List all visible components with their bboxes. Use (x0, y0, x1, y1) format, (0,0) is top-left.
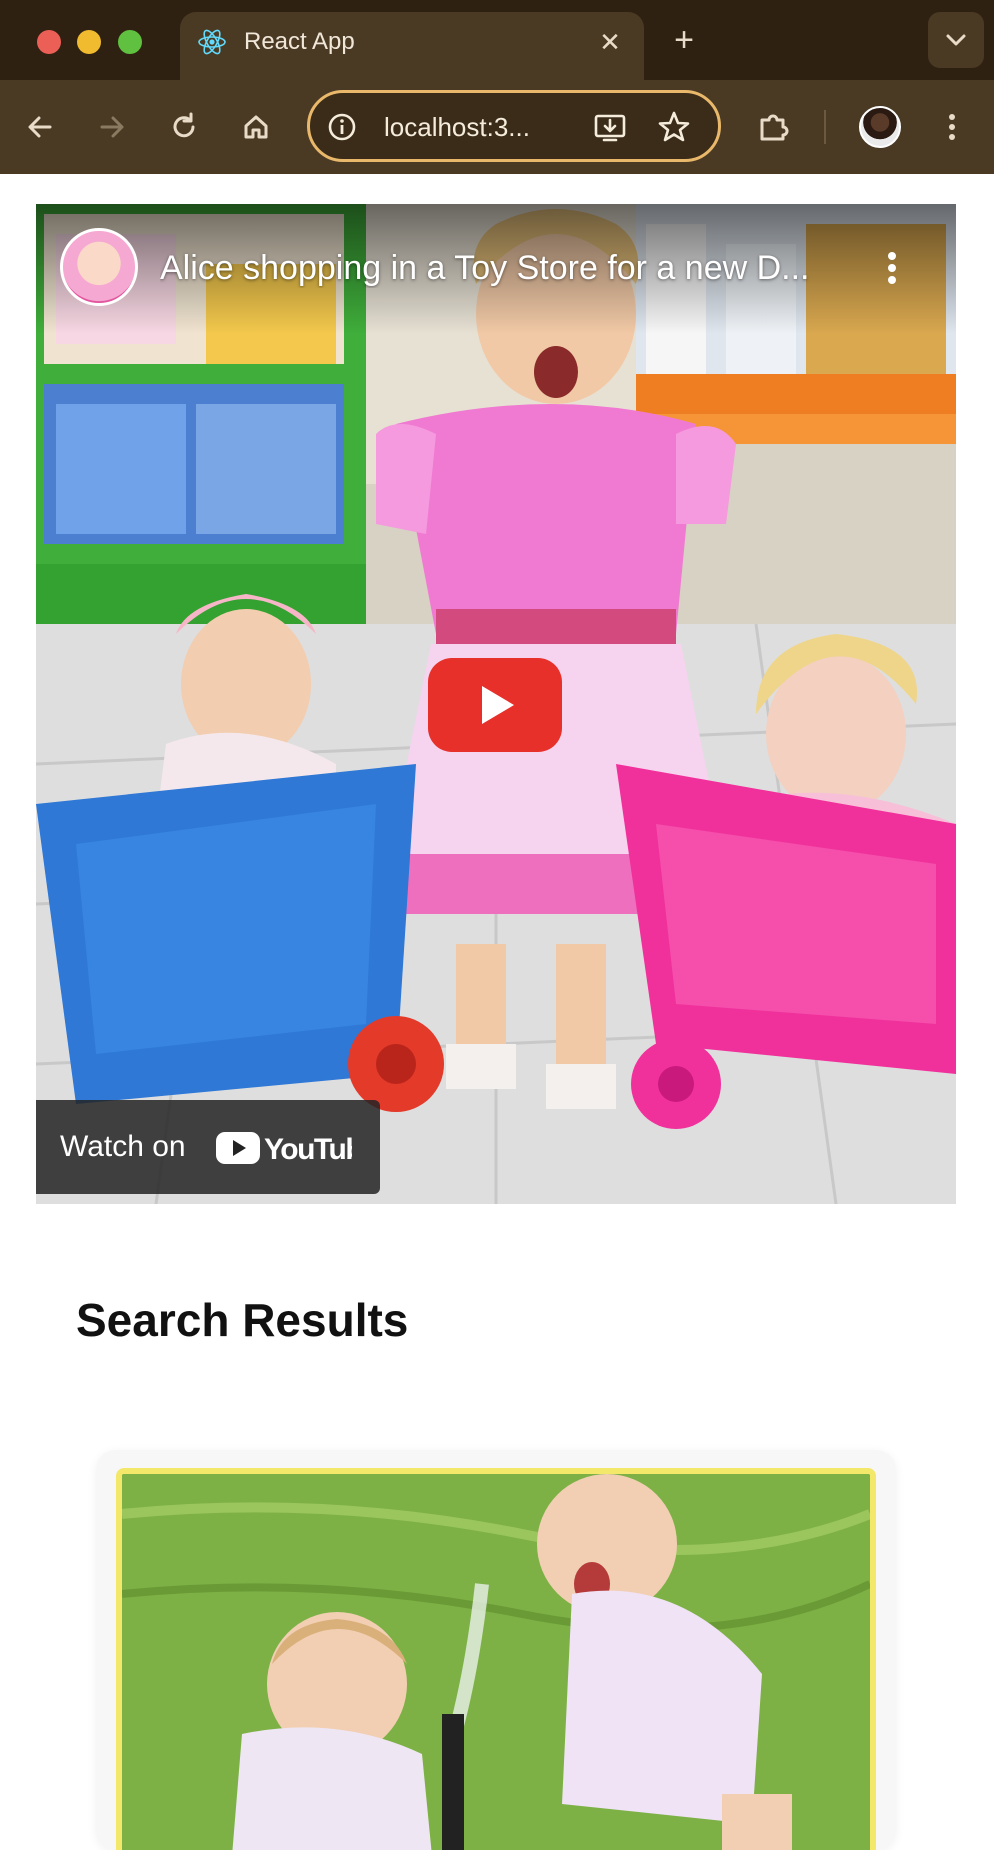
site-info-icon[interactable] (326, 111, 358, 143)
search-results-heading: Search Results (76, 1294, 409, 1346)
minimize-window-button[interactable] (77, 30, 101, 54)
watch-on-label: Watch on (60, 1130, 186, 1163)
back-arrow-icon[interactable] (20, 107, 60, 147)
result-thumbnail[interactable] (116, 1468, 876, 1850)
extensions-puzzle-icon[interactable] (753, 107, 793, 147)
video-more-icon[interactable] (872, 248, 912, 288)
close-tab-icon[interactable]: ✕ (594, 26, 626, 58)
maximize-window-button[interactable] (118, 30, 142, 54)
tab-search-button[interactable] (928, 12, 984, 68)
close-window-button[interactable] (37, 30, 61, 54)
chevron-down-icon (946, 34, 966, 46)
tab-title: React App (244, 28, 355, 55)
address-bar[interactable]: localhost:3... (307, 90, 721, 162)
channel-avatar[interactable] (60, 228, 138, 306)
toolbar-divider (824, 110, 826, 144)
browser-toolbar: localhost:3... (0, 80, 994, 174)
more-menu-icon[interactable] (932, 107, 972, 147)
install-app-icon[interactable] (592, 109, 628, 145)
new-tab-icon[interactable]: + (664, 20, 704, 60)
result-card[interactable] (96, 1450, 896, 1850)
youtube-logo-icon: YouTube (216, 1132, 352, 1166)
svg-text:YouTube: YouTube (264, 1133, 352, 1166)
reload-icon[interactable] (164, 107, 204, 147)
browser-titlebar: React App ✕ + (0, 0, 994, 80)
profile-avatar[interactable] (859, 106, 901, 148)
result-thumbnail-image (122, 1474, 870, 1850)
browser-tab[interactable]: React App ✕ (180, 12, 644, 80)
bookmark-star-icon[interactable] (656, 109, 692, 145)
video-title[interactable]: Alice shopping in a Toy Store for a new … (160, 248, 880, 288)
home-icon[interactable] (236, 107, 276, 147)
play-button-icon[interactable] (428, 658, 562, 752)
watch-on-youtube-button[interactable]: Watch on YouTube (36, 1100, 380, 1194)
youtube-embed[interactable]: Alice shopping in a Toy Store for a new … (36, 204, 956, 1204)
forward-arrow-icon[interactable] (92, 107, 132, 147)
url-text: localhost:3... (384, 112, 530, 142)
react-logo-icon (198, 29, 226, 55)
